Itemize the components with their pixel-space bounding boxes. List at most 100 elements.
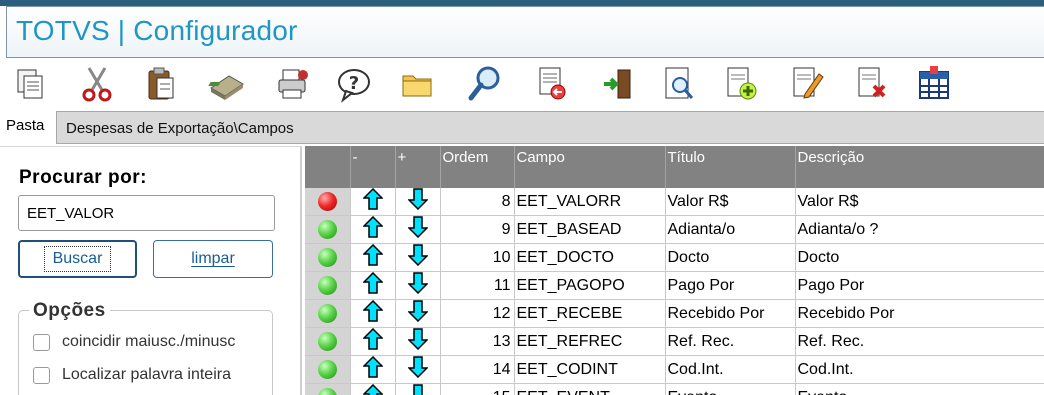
fields-grid: - + Ordem Campo Título Descrição 8 EET_VA… <box>305 146 1044 395</box>
search-button[interactable]: Buscar <box>18 240 137 278</box>
arrow-up-icon[interactable] <box>361 299 384 327</box>
match-case-label: coincidir maiusc./minusc <box>62 333 236 350</box>
order-cell: 14 <box>440 355 515 384</box>
arrow-up-icon[interactable] <box>361 271 384 299</box>
description-cell: Cod.Int. <box>795 355 1044 384</box>
move-down-cell[interactable] <box>395 215 441 244</box>
move-down-cell[interactable] <box>395 299 441 328</box>
arrow-down-icon[interactable] <box>406 300 429 327</box>
description-cell: Ref. Rec. <box>795 327 1044 356</box>
move-up-cell[interactable] <box>350 355 396 384</box>
table-row[interactable]: 14 EET_CODINT Cod.Int. Cod.Int. <box>305 355 1044 384</box>
arrow-up-icon[interactable] <box>361 383 384 395</box>
copy-icon[interactable] <box>8 62 52 106</box>
move-up-cell[interactable] <box>350 188 396 216</box>
help-icon[interactable]: ? <box>332 62 376 106</box>
arrow-up-icon[interactable] <box>361 327 384 355</box>
status-red-icon <box>317 192 337 211</box>
app-window: TOTVS | Configurador ? Pasta Despesas de… <box>0 0 1044 395</box>
move-down-cell[interactable] <box>395 271 441 300</box>
arrow-up-icon[interactable] <box>361 215 384 243</box>
status-green-icon <box>317 388 337 395</box>
field-cell: EET_REFREC <box>514 327 666 356</box>
move-down-cell[interactable] <box>395 327 441 356</box>
arrow-down-icon[interactable] <box>406 244 429 271</box>
arrow-down-icon[interactable] <box>406 272 429 299</box>
status-green-icon <box>317 304 337 323</box>
order-column-header[interactable]: Ordem <box>440 146 515 188</box>
description-column-header[interactable]: Descrição <box>795 146 1044 188</box>
move-up-cell[interactable] <box>350 327 396 356</box>
status-cell <box>305 355 351 384</box>
delete-doc-icon[interactable] <box>850 62 894 106</box>
field-column-header[interactable]: Campo <box>514 146 666 188</box>
move-down-column-header[interactable]: + <box>395 146 441 188</box>
table-row[interactable]: 13 EET_REFREC Ref. Rec. Ref. Rec. <box>305 327 1044 356</box>
field-cell: EET_PAGOPO <box>514 271 666 300</box>
arrow-down-icon[interactable] <box>406 328 429 355</box>
title-cell: Docto <box>665 243 796 272</box>
table-icon[interactable] <box>912 62 956 106</box>
description-cell: Recebido Por <box>795 299 1044 328</box>
breadcrumb: Despesas de Exportação\Campos <box>56 111 1044 144</box>
move-down-cell[interactable] <box>395 383 441 395</box>
table-row[interactable]: 12 EET_RECEBE Recebido Por Recebido Por <box>305 299 1044 328</box>
status-cell <box>305 299 351 328</box>
table-row[interactable]: 15EET_EVENTEventoEvento <box>305 383 1044 395</box>
search-input[interactable] <box>18 195 275 231</box>
move-up-column-header[interactable]: - <box>350 146 396 188</box>
zoom-icon[interactable] <box>463 62 507 106</box>
fields-table: - + Ordem Campo Título Descrição 8 EET_VA… <box>305 146 1044 395</box>
new-doc-icon[interactable] <box>719 62 763 106</box>
folder-icon[interactable] <box>396 62 440 106</box>
calculator-icon[interactable] <box>205 62 249 106</box>
arrow-down-icon[interactable] <box>406 188 429 215</box>
table-row[interactable]: 11 EET_PAGOPO Pago Por Pago Por <box>305 271 1044 300</box>
cut-icon[interactable] <box>75 62 119 106</box>
clear-button[interactable]: limpar <box>153 240 273 278</box>
move-down-cell[interactable] <box>395 355 441 384</box>
move-up-cell[interactable] <box>350 243 396 272</box>
title-cell: Ref. Rec. <box>665 327 796 356</box>
move-up-cell[interactable] <box>350 383 396 395</box>
status-cell <box>305 271 351 300</box>
order-cell: 15 <box>440 383 515 395</box>
match-case-option[interactable]: coincidir maiusc./minusc <box>33 333 235 351</box>
order-cell: 13 <box>440 327 515 356</box>
arrow-down-icon[interactable] <box>406 216 429 243</box>
paste-icon[interactable] <box>139 62 183 106</box>
export-icon[interactable] <box>530 62 574 106</box>
arrow-up-icon[interactable] <box>361 355 384 383</box>
status-cell <box>305 215 351 244</box>
print-icon[interactable] <box>271 62 315 106</box>
status-green-icon <box>317 276 337 295</box>
search-button-label: Buscar <box>43 246 112 272</box>
arrow-down-icon[interactable] <box>408 384 428 395</box>
match-case-checkbox[interactable] <box>33 333 50 351</box>
title-cell: Pago Por <box>665 271 796 300</box>
table-row[interactable]: 9 EET_BASEAD Adianta/o Adianta/o ? <box>305 215 1044 244</box>
status-cell <box>305 327 351 356</box>
move-up-cell[interactable] <box>350 215 396 244</box>
preview-icon[interactable] <box>657 62 701 106</box>
order-cell: 9 <box>440 215 515 244</box>
edit-icon[interactable] <box>785 62 829 106</box>
arrow-down-icon[interactable] <box>406 356 429 383</box>
move-up-cell[interactable] <box>350 271 396 300</box>
table-row[interactable]: 8 EET_VALORR Valor R$ Valor R$ <box>305 188 1044 216</box>
move-down-cell[interactable] <box>395 243 441 272</box>
arrow-up-icon[interactable] <box>361 243 384 271</box>
exit-icon[interactable] <box>596 62 640 106</box>
field-cell: EET_DOCTO <box>514 243 666 272</box>
description-cell: Pago Por <box>795 271 1044 300</box>
move-down-cell[interactable] <box>395 188 441 216</box>
table-row[interactable]: 10 EET_DOCTO Docto Docto <box>305 243 1044 272</box>
title-column-header[interactable]: Título <box>665 146 796 188</box>
move-up-cell[interactable] <box>350 299 396 328</box>
pasta-tab[interactable]: Pasta <box>0 110 56 146</box>
whole-word-checkbox[interactable] <box>33 366 50 384</box>
status-green-icon <box>317 248 337 267</box>
whole-word-option[interactable]: Localizar palavra inteira <box>33 366 231 384</box>
order-cell: 8 <box>440 188 515 216</box>
arrow-up-icon[interactable] <box>361 188 384 215</box>
